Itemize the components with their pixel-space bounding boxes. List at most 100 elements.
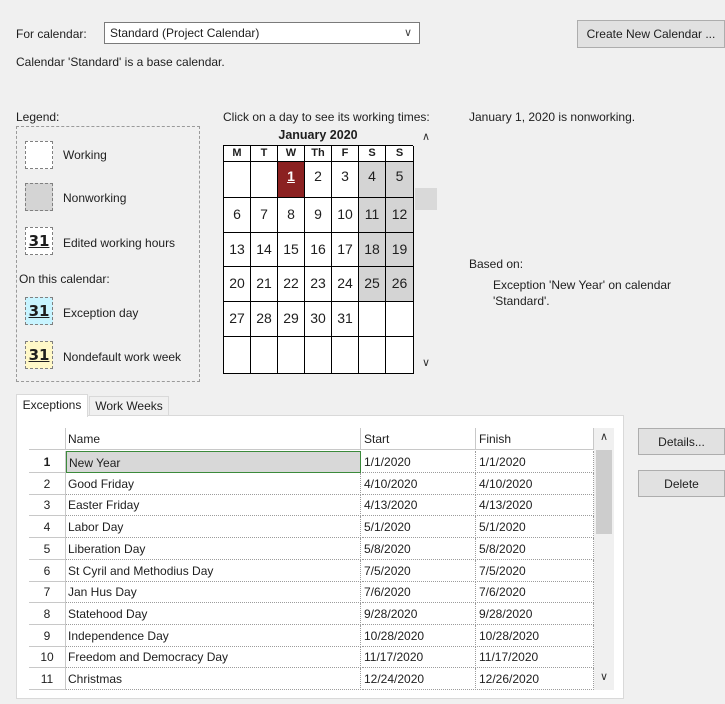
- calendar-day[interactable]: 19: [386, 233, 414, 267]
- calendar-day[interactable]: 14: [251, 233, 278, 267]
- exception-start-cell[interactable]: 7/5/2020: [362, 559, 476, 582]
- calendar-day[interactable]: 15: [278, 233, 305, 267]
- exception-finish-cell[interactable]: 1/1/2020: [477, 451, 594, 473]
- exception-start-cell[interactable]: 11/17/2020: [362, 646, 476, 669]
- calendar-scrollbar[interactable]: ∧ ∨: [413, 130, 439, 378]
- exception-name-cell[interactable]: Labor Day: [66, 516, 361, 539]
- calendar-dropdown[interactable]: Standard (Project Calendar) ∨: [104, 22, 420, 44]
- table-row[interactable]: 7 Jan Hus Day 7/6/2020 7/6/2020: [29, 581, 594, 604]
- calendar-day-selected[interactable]: 1: [278, 162, 305, 198]
- exception-name-cell[interactable]: Easter Friday: [66, 494, 361, 517]
- table-row[interactable]: 9 Independence Day 10/28/2020 10/28/2020: [29, 624, 594, 647]
- calendar-day[interactable]: 13: [224, 233, 251, 267]
- table-row[interactable]: 11 Christmas 12/24/2020 12/26/2020: [29, 668, 594, 690]
- table-row[interactable]: 1 New Year 1/1/2020 1/1/2020: [29, 451, 594, 473]
- exception-start-cell[interactable]: 4/13/2020: [362, 494, 476, 517]
- calendar-day[interactable]: 4: [359, 162, 386, 198]
- calendar-day[interactable]: 28: [251, 302, 278, 337]
- calendar-day[interactable]: 29: [278, 302, 305, 337]
- legend-edited-label: Edited working hours: [63, 236, 176, 250]
- calendar-day[interactable]: 25: [359, 267, 386, 302]
- exception-start-cell[interactable]: 1/1/2020: [362, 451, 476, 473]
- calendar-day[interactable]: 23: [305, 267, 332, 302]
- row-number: 11: [29, 668, 66, 690]
- table-row[interactable]: 6 St Cyril and Methodius Day 7/5/2020 7/5/2…: [29, 559, 594, 582]
- calendar-day[interactable]: 12: [386, 198, 414, 233]
- table-row[interactable]: 4 Labor Day 5/1/2020 5/1/2020: [29, 516, 594, 539]
- exception-name-cell[interactable]: Statehood Day: [66, 602, 361, 625]
- exception-start-cell[interactable]: 4/10/2020: [362, 472, 476, 495]
- table-scroll-thumb[interactable]: [596, 450, 612, 534]
- tab-exceptions[interactable]: Exceptions: [16, 394, 88, 417]
- exception-finish-cell[interactable]: 5/8/2020: [477, 537, 594, 560]
- calendar-day[interactable]: 3: [332, 162, 359, 198]
- exception-start-cell[interactable]: 7/6/2020: [362, 581, 476, 604]
- calendar-day[interactable]: 26: [386, 267, 414, 302]
- calendar-empty-cell: [251, 337, 278, 374]
- details-button[interactable]: Details...: [638, 428, 725, 455]
- exception-finish-cell[interactable]: 4/10/2020: [477, 472, 594, 495]
- calendar-day[interactable]: 8: [278, 198, 305, 233]
- calendar-day[interactable]: 2: [305, 162, 332, 198]
- calendar-day[interactable]: 30: [305, 302, 332, 337]
- column-header-start[interactable]: Start: [364, 428, 476, 450]
- chevron-down-icon[interactable]: ∨: [417, 356, 435, 370]
- table-row[interactable]: 2 Good Friday 4/10/2020 4/10/2020: [29, 472, 594, 495]
- table-header-row: Name Start Finish: [29, 428, 594, 450]
- calendar-day[interactable]: 31: [332, 302, 359, 337]
- calendar-day[interactable]: 7: [251, 198, 278, 233]
- create-new-calendar-button[interactable]: Create New Calendar ...: [577, 20, 725, 48]
- exception-name-cell[interactable]: Liberation Day: [66, 537, 361, 560]
- table-row[interactable]: 8 Statehood Day 9/28/2020 9/28/2020: [29, 602, 594, 625]
- exception-finish-cell[interactable]: 7/5/2020: [477, 559, 594, 582]
- calendar-day[interactable]: 27: [224, 302, 251, 337]
- exception-finish-cell[interactable]: 11/17/2020: [477, 646, 594, 669]
- exception-start-cell[interactable]: 9/28/2020: [362, 602, 476, 625]
- chevron-down-icon[interactable]: ∨: [594, 670, 614, 686]
- exception-finish-cell[interactable]: 5/1/2020: [477, 516, 594, 539]
- exception-finish-cell[interactable]: 7/6/2020: [477, 581, 594, 604]
- exception-name-cell[interactable]: Freedom and Democracy Day: [66, 646, 361, 669]
- calendar-day[interactable]: 6: [224, 198, 251, 233]
- calendar-empty-cell: [278, 337, 305, 374]
- tab-work-weeks[interactable]: Work Weeks: [89, 396, 169, 415]
- calendar-day[interactable]: 17: [332, 233, 359, 267]
- calendar-day[interactable]: 11: [359, 198, 386, 233]
- column-header-name[interactable]: Name: [68, 428, 361, 450]
- exception-name-cell[interactable]: Independence Day: [66, 624, 361, 647]
- exception-finish-cell[interactable]: 10/28/2020: [477, 624, 594, 647]
- column-header-finish[interactable]: Finish: [479, 428, 594, 450]
- calendar-day[interactable]: 21: [251, 267, 278, 302]
- weekday-header: S: [359, 146, 386, 162]
- working-swatch: [25, 141, 53, 169]
- calendar-day[interactable]: 22: [278, 267, 305, 302]
- exception-start-cell[interactable]: 5/1/2020: [362, 516, 476, 539]
- table-scrollbar[interactable]: ∧ ∨: [594, 428, 614, 690]
- exception-name-cell[interactable]: Christmas: [66, 668, 361, 690]
- exception-finish-cell[interactable]: 12/26/2020: [477, 668, 594, 690]
- calendar-day[interactable]: 20: [224, 267, 251, 302]
- exception-finish-cell[interactable]: 9/28/2020: [477, 602, 594, 625]
- calendar-day[interactable]: 9: [305, 198, 332, 233]
- calendar-day[interactable]: 10: [332, 198, 359, 233]
- chevron-up-icon[interactable]: ∧: [417, 130, 435, 144]
- calendar-day[interactable]: 5: [386, 162, 414, 198]
- table-row[interactable]: 3 Easter Friday 4/13/2020 4/13/2020: [29, 494, 594, 517]
- exception-name-cell[interactable]: Jan Hus Day: [66, 581, 361, 604]
- delete-button[interactable]: Delete: [638, 470, 725, 497]
- exception-start-cell[interactable]: 12/24/2020: [362, 668, 476, 690]
- exception-start-cell[interactable]: 10/28/2020: [362, 624, 476, 647]
- exception-name-cell[interactable]: Good Friday: [66, 472, 361, 495]
- exception-name-cell[interactable]: St Cyril and Methodius Day: [66, 559, 361, 582]
- table-row[interactable]: 10 Freedom and Democracy Day 11/17/2020 11/…: [29, 646, 594, 669]
- row-number: 7: [29, 581, 66, 604]
- calendar-day[interactable]: 16: [305, 233, 332, 267]
- calendar-scroll-thumb[interactable]: [415, 188, 437, 210]
- calendar-day[interactable]: 18: [359, 233, 386, 267]
- exception-name-cell[interactable]: New Year: [66, 451, 361, 473]
- exception-finish-cell[interactable]: 4/13/2020: [477, 494, 594, 517]
- exception-start-cell[interactable]: 5/8/2020: [362, 537, 476, 560]
- chevron-up-icon[interactable]: ∧: [594, 430, 614, 446]
- table-row[interactable]: 5 Liberation Day 5/8/2020 5/8/2020: [29, 537, 594, 560]
- calendar-day[interactable]: 24: [332, 267, 359, 302]
